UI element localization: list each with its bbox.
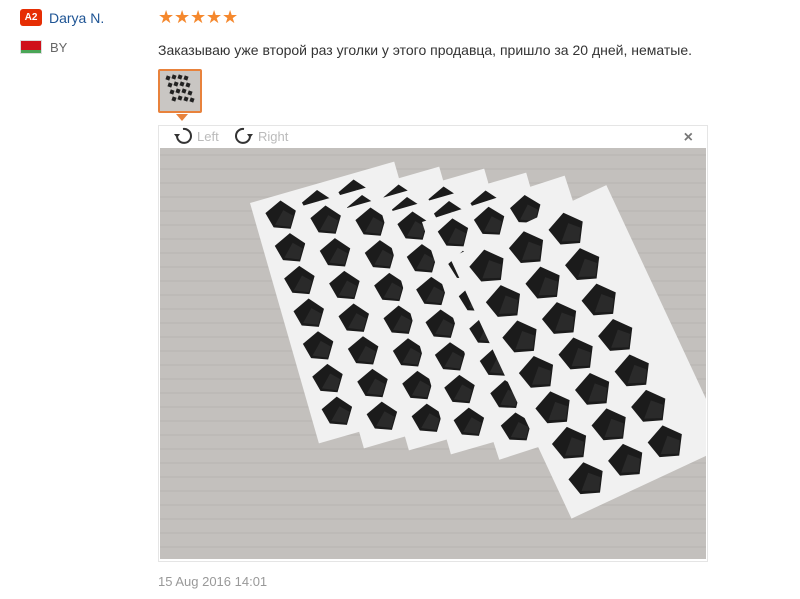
flag-icon [20,40,42,54]
star-icon: ★ [222,7,239,27]
review-photo[interactable] [160,148,706,559]
rotate-left-button[interactable]: Left [171,126,219,146]
reviewer-name[interactable]: Darya N. [49,10,104,26]
photo-corner-stickers-image [160,148,706,559]
close-icon[interactable]: × [684,130,693,146]
rotate-right-icon [235,127,253,144]
review-timestamp: 15 Aug 2016 14:01 [158,574,268,589]
star-icon: ★ [158,7,175,27]
rotate-left-icon [174,127,192,144]
review-text: Заказываю уже второй раз уголки у этого … [158,42,692,58]
member-level-badge: A2 [20,9,42,26]
thumbnail-image [160,71,200,111]
thumbnail-pointer [176,114,188,121]
star-icon: ★ [190,7,207,27]
photo-viewer: Left Right × [158,125,708,562]
rotate-left-label: Left [197,128,219,144]
star-icon: ★ [174,7,191,27]
review-photo-thumbnail[interactable] [158,69,202,113]
rotate-right-label: Right [258,128,289,144]
star-icon: ★ [206,7,223,27]
rotate-right-button[interactable]: Right [232,126,288,146]
star-rating: ★ ★ ★ ★ ★ [158,7,238,27]
reviewer-country: BY [50,40,68,55]
